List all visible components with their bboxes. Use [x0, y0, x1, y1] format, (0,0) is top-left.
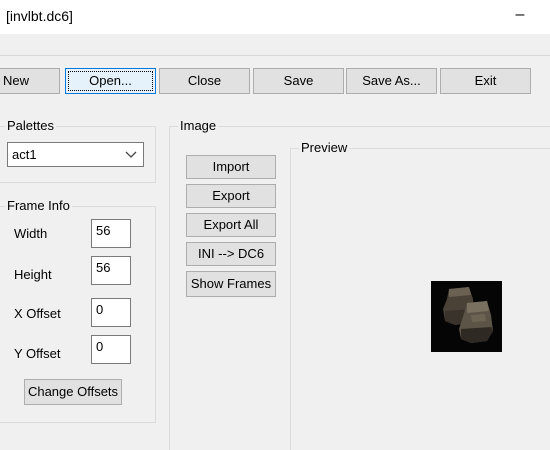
export-button[interactable]: Export [186, 184, 276, 208]
window-title: [invlbt.dc6] [6, 8, 73, 24]
show-frames-button[interactable]: Show Frames [186, 271, 276, 297]
palette-select[interactable]: act1 [7, 142, 144, 167]
exit-button[interactable]: Exit [440, 68, 531, 94]
preview-group-label: Preview [299, 140, 350, 155]
image-group-label: Image [178, 118, 219, 133]
save-as-button[interactable]: Save As... [346, 68, 437, 94]
image-group-top-border [169, 126, 550, 127]
boots-icon [431, 281, 502, 352]
y-offset-field[interactable]: 0 [91, 335, 131, 364]
preview-image [431, 281, 502, 352]
import-button[interactable]: Import [186, 155, 276, 179]
preview-group-left-border [290, 148, 291, 450]
image-group-left-border [169, 126, 170, 450]
x-offset-label: X Offset [14, 306, 61, 321]
chevron-down-icon [125, 151, 137, 158]
open-button-label: Open... [68, 71, 153, 91]
title-bar: [invlbt.dc6] – [0, 0, 550, 34]
new-button[interactable]: New [0, 68, 60, 94]
ini-to-dc6-button[interactable]: INI --> DC6 [186, 242, 276, 266]
height-label: Height [14, 267, 52, 282]
width-label: Width [14, 226, 48, 241]
toolbar-separator [0, 55, 550, 56]
width-field[interactable]: 56 [91, 219, 131, 248]
x-offset-field[interactable]: 0 [91, 298, 131, 327]
change-offsets-button[interactable]: Change Offsets [24, 379, 122, 405]
open-button[interactable]: Open... [65, 68, 156, 94]
palettes-group-label: Palettes [5, 118, 56, 133]
palette-select-value: act1 [12, 147, 37, 162]
export-all-button[interactable]: Export All [186, 213, 276, 237]
frame-info-group-label: Frame Info [5, 198, 72, 213]
close-button[interactable]: Close [159, 68, 250, 94]
height-field[interactable]: 56 [91, 256, 131, 285]
y-offset-label: Y Offset [14, 346, 61, 361]
minimize-button[interactable]: – [508, 3, 532, 27]
save-button[interactable]: Save [253, 68, 344, 94]
